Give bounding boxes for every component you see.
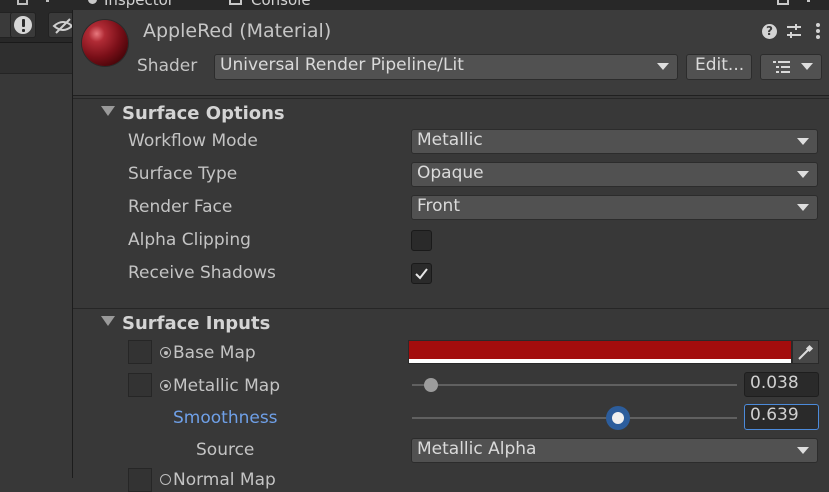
receive-shadows-label: Receive Shadows — [128, 263, 276, 283]
metallic-slider-track[interactable] — [412, 384, 737, 386]
left-panel — [0, 10, 72, 478]
chevron-down-icon — [797, 447, 809, 454]
shader-value: Universal Render Pipeline/Lit — [220, 55, 464, 75]
error-icon — [14, 16, 32, 34]
left-panel-menu-icon[interactable] — [46, 0, 49, 2]
chevron-down-icon — [797, 138, 809, 145]
normal-map-label: Normal Map — [173, 470, 276, 490]
edit-shader-label: Edit... — [695, 55, 745, 75]
chevron-down-icon — [801, 63, 813, 70]
source-dropdown[interactable]: Metallic Alpha — [411, 438, 818, 463]
smoothness-slider-thumb[interactable] — [605, 406, 630, 430]
more-options-icon[interactable] — [815, 22, 821, 40]
alpha-clipping-label: Alpha Clipping — [128, 230, 251, 250]
section-divider — [73, 308, 829, 309]
base-map-texture-slot[interactable] — [128, 340, 152, 364]
material-title: AppleRed (Material) — [143, 20, 332, 42]
chevron-down-icon — [797, 171, 809, 178]
foldout-arrow-icon[interactable] — [101, 106, 115, 116]
console-icon — [229, 0, 242, 5]
chevron-down-icon — [797, 204, 809, 211]
workflow-mode-value: Metallic — [417, 130, 483, 150]
alpha-clipping-checkbox[interactable] — [411, 230, 432, 251]
checkmark-icon — [415, 268, 428, 280]
metallic-map-label: Metallic Map — [173, 376, 281, 396]
surface-inputs-header[interactable]: Surface Inputs — [122, 313, 270, 334]
list-icon — [773, 61, 790, 73]
tab-menu-icon[interactable] — [807, 0, 810, 2]
preset-settings-icon[interactable] — [786, 23, 802, 40]
tab-inspector[interactable]: Inspector — [104, 0, 174, 9]
edit-shader-button[interactable]: Edit... — [686, 54, 752, 80]
surface-options-header[interactable]: Surface Options — [122, 103, 285, 124]
alpha-bar — [409, 359, 791, 363]
tab-console[interactable]: Console — [251, 0, 311, 9]
eyedropper-button[interactable] — [792, 340, 819, 364]
base-map-color-field[interactable] — [408, 340, 792, 364]
visibility-toggle-button[interactable] — [48, 12, 74, 38]
metallic-slider-thumb[interactable] — [423, 378, 438, 392]
base-map-label: Base Map — [173, 343, 256, 363]
smoothness-label: Smoothness — [173, 408, 278, 428]
smoothness-value-field[interactable]: 0.639 — [744, 404, 819, 430]
metallic-map-texture-slot[interactable] — [128, 373, 152, 397]
metallic-value-field[interactable]: 0.038 — [744, 372, 819, 397]
header-divider — [73, 95, 829, 96]
shader-dropdown[interactable]: Universal Render Pipeline/Lit — [214, 54, 678, 80]
help-icon[interactable]: ? — [762, 24, 777, 39]
shader-label: Shader — [137, 56, 198, 76]
workflow-mode-dropdown[interactable]: Metallic — [411, 129, 818, 154]
surface-type-value: Opaque — [417, 163, 484, 183]
smoothness-slider-track[interactable] — [412, 417, 737, 419]
shader-options-dropdown[interactable] — [760, 54, 822, 80]
chevron-down-icon — [657, 63, 669, 70]
source-value: Metallic Alpha — [417, 439, 537, 459]
render-face-label: Render Face — [128, 197, 233, 217]
object-picker-icon[interactable] — [160, 380, 171, 391]
object-picker-icon[interactable] — [160, 347, 171, 358]
render-face-dropdown[interactable]: Front — [411, 195, 818, 220]
base-color-swatch — [409, 341, 791, 359]
workflow-mode-label: Workflow Mode — [128, 131, 258, 151]
receive-shadows-checkbox[interactable] — [411, 263, 432, 284]
render-face-value: Front — [417, 196, 460, 216]
material-preview-sphere — [82, 20, 128, 66]
eyedropper-icon — [798, 344, 814, 360]
header-divider — [73, 98, 829, 99]
hidden-eye-icon — [52, 18, 74, 34]
left-list-row[interactable] — [0, 43, 72, 74]
left-panel-lock-icon[interactable] — [17, 0, 28, 5]
error-filter-button[interactable] — [10, 12, 36, 38]
maximize-icon[interactable] — [777, 0, 789, 5]
foldout-arrow-icon[interactable] — [101, 316, 115, 326]
normal-map-texture-slot[interactable] — [128, 468, 152, 492]
source-label: Source — [196, 440, 255, 460]
surface-type-label: Surface Type — [128, 164, 238, 184]
surface-type-dropdown[interactable]: Opaque — [411, 162, 818, 187]
object-picker-icon[interactable] — [160, 474, 171, 485]
